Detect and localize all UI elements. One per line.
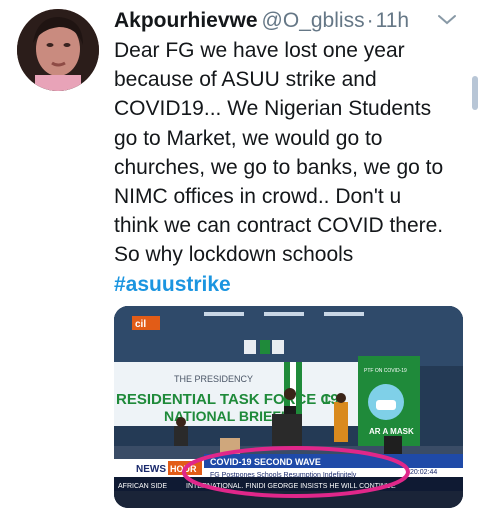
ticker-brand: NEWS xyxy=(136,464,166,475)
tweet-text-line: Dear FG we have lost one year xyxy=(114,39,405,62)
channel-logo-text: cil xyxy=(135,319,146,330)
banner-top-text: THE PRESIDENCY xyxy=(174,374,253,384)
tweet-text-line: So why lockdown schools xyxy=(114,243,354,267)
user-handle[interactable]: @O_gbliss xyxy=(262,9,365,32)
chevron-down-icon[interactable] xyxy=(436,12,458,28)
tweet-text-line: churches, we go to banks, we go to xyxy=(114,155,444,179)
tweet-text: Dear FG we have lost one year because of… xyxy=(114,36,464,299)
timestamp[interactable]: 11h xyxy=(376,9,409,32)
separator-dot: · xyxy=(366,9,374,32)
ticker-time: 20:02:44 xyxy=(410,469,437,476)
tweet-media[interactable]: cil THE PRESIDENCY RESIDENTIAL TASK FORC… xyxy=(114,306,463,508)
side-panel-text: AR A MASK xyxy=(369,427,414,436)
tweet-text-line: go to Market, we would go to xyxy=(114,126,383,150)
ticker-bottom-left: AFRICAN SIDE xyxy=(118,483,167,490)
side-panel-top: PTF ON COVID-19 xyxy=(364,368,407,374)
tweet-header: Akpourhievwe @O_gbliss·11h xyxy=(114,6,434,36)
display-name[interactable]: Akpourhievwe xyxy=(114,9,258,32)
ticker-headline: COVID-19 SECOND WAVE xyxy=(210,457,321,467)
avatar[interactable] xyxy=(17,9,99,91)
tweet-text-line: think we can contract COVID there. xyxy=(114,214,444,238)
hashtag-link[interactable]: #asuustrike xyxy=(114,270,464,299)
tweet-text-line: NIMC offices in crowd.. Don't u xyxy=(114,185,402,209)
scrollbar-thumb[interactable] xyxy=(472,76,478,110)
tweet-text-line: because of ASUU strike and xyxy=(114,68,377,92)
banner-line-1: RESIDENTIAL TASK FORCE C xyxy=(116,391,331,408)
tweet-text-line: COVID19... We Nigerian Students xyxy=(114,97,432,121)
